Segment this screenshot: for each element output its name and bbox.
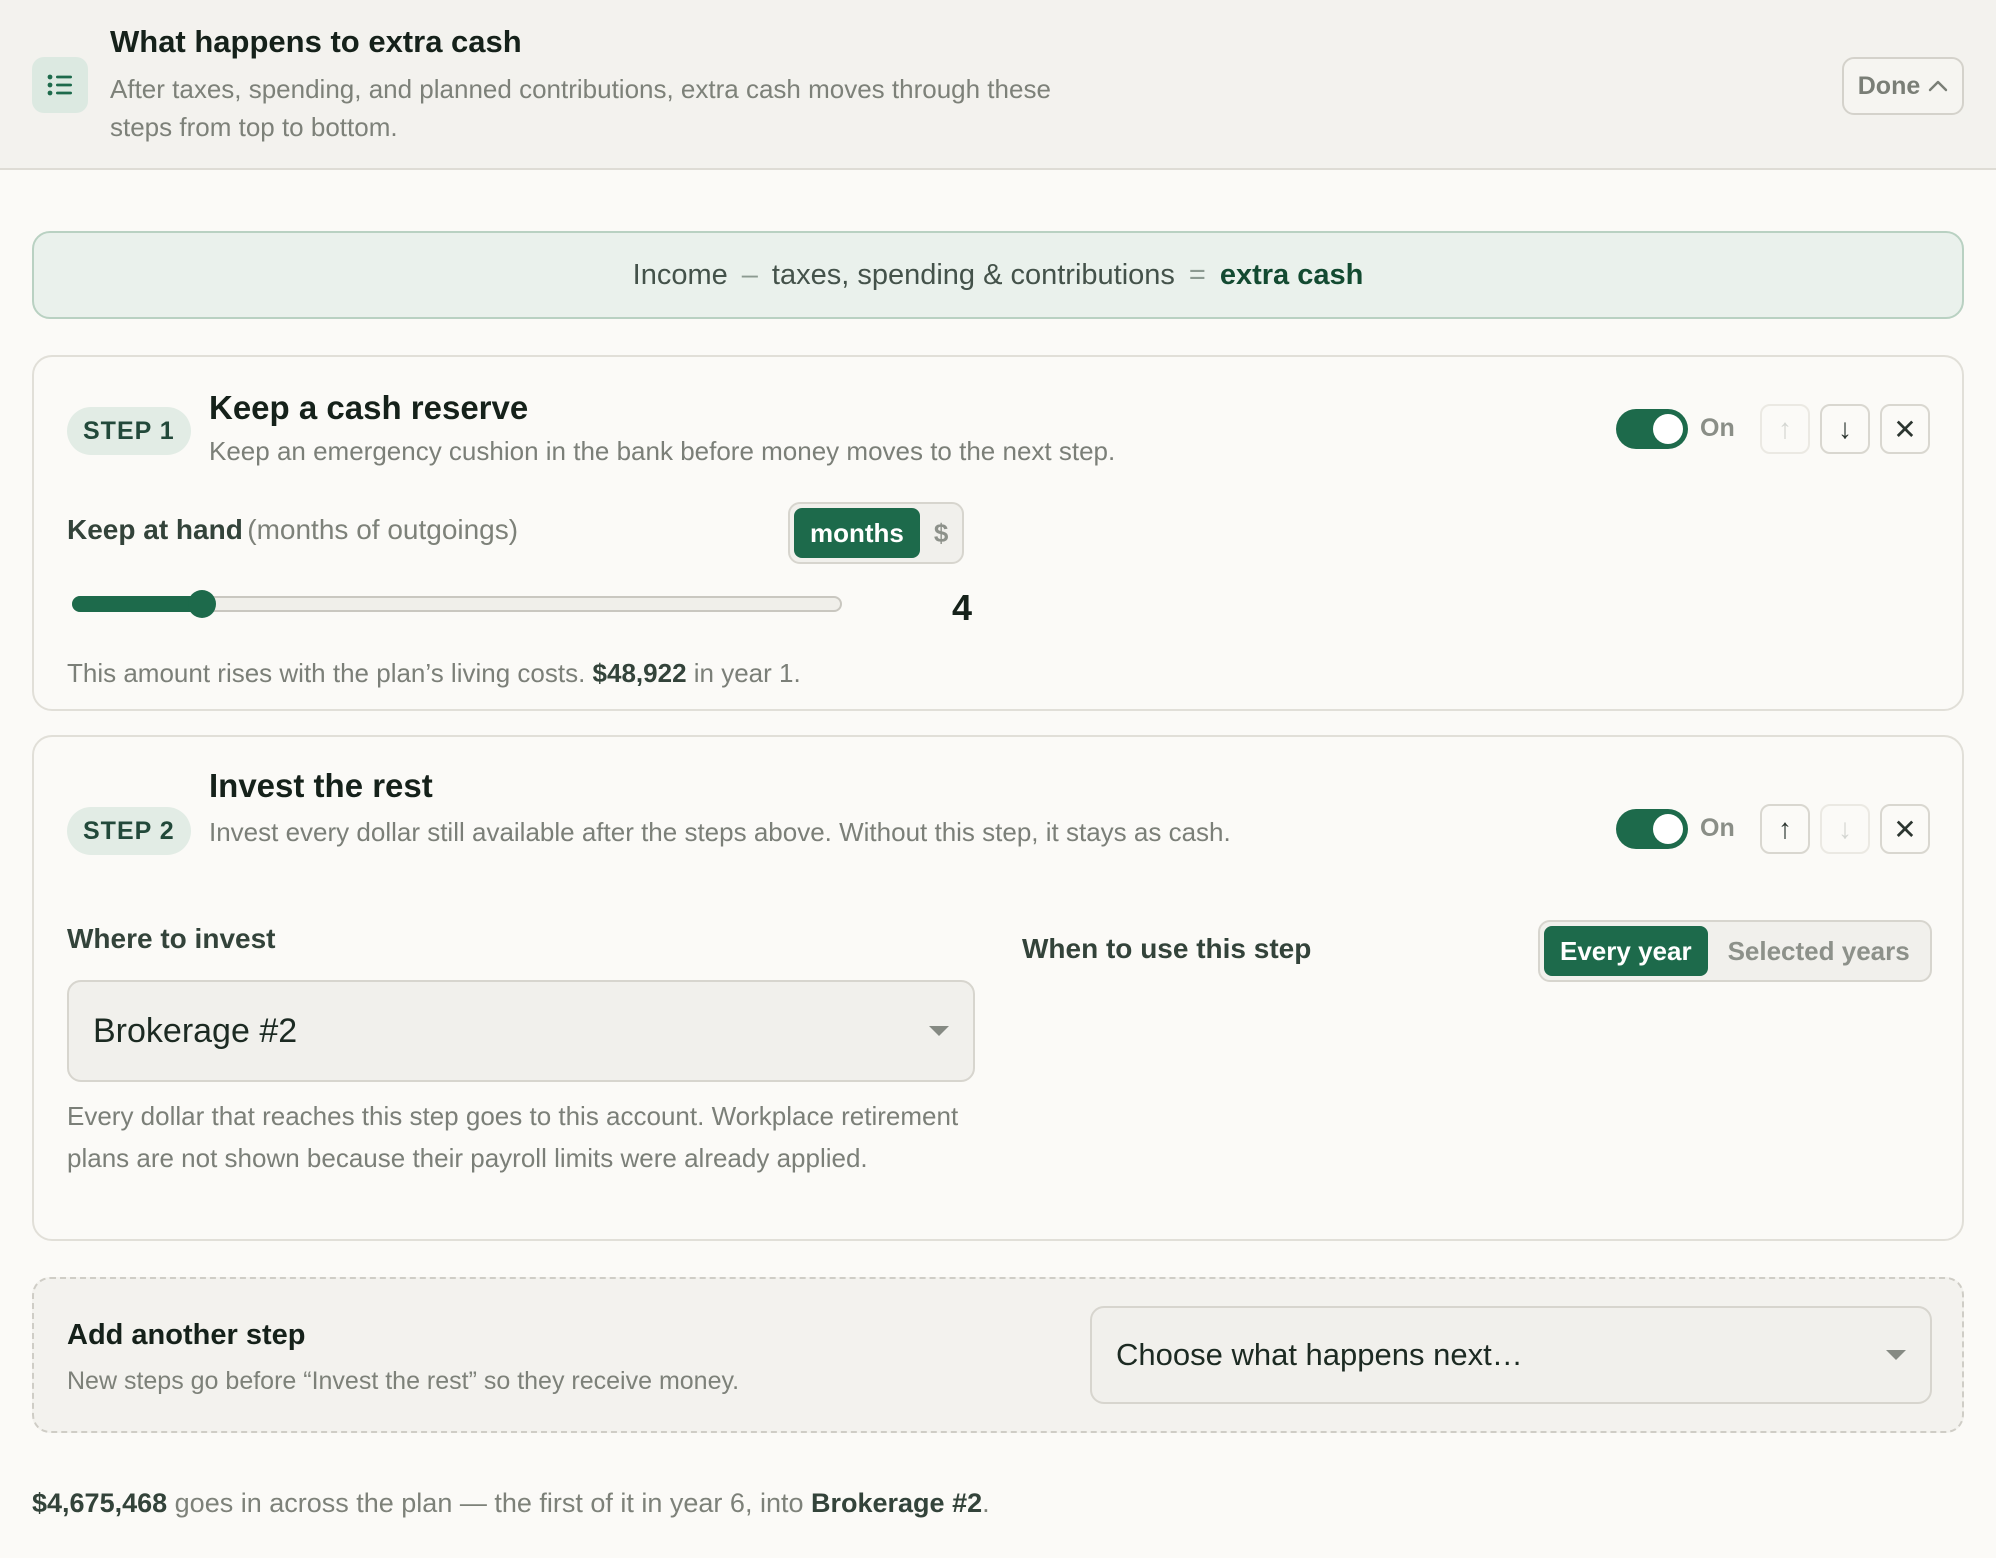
keep-at-hand-label: Keep at hand (months of outgoings) bbox=[67, 514, 519, 545]
summary-amount: $4,675,468 bbox=[32, 1488, 168, 1518]
add-step-placeholder: Choose what happens next… bbox=[1116, 1337, 1523, 1372]
page-title: What happens to extra cash bbox=[110, 24, 522, 59]
toggle-knob bbox=[1653, 814, 1683, 844]
move-down-button[interactable]: ↓ bbox=[1820, 404, 1870, 454]
step-toggle[interactable] bbox=[1616, 409, 1688, 449]
reserve-months-slider[interactable] bbox=[72, 590, 842, 618]
toggle-knob bbox=[1653, 414, 1683, 444]
remove-step-button[interactable]: ✕ bbox=[1880, 404, 1930, 454]
when-to-use-label: When to use this step bbox=[1022, 933, 1312, 964]
arrow-up-icon: ↑ bbox=[1778, 413, 1792, 444]
summary-account: Brokerage #2 bbox=[811, 1488, 983, 1518]
add-step-select[interactable]: Choose what happens next… bbox=[1090, 1306, 1932, 1404]
chevron-down-icon bbox=[1886, 1350, 1906, 1360]
done-label: Done bbox=[1857, 71, 1921, 100]
plan-summary: $4,675,468 goes in across the plan — the… bbox=[32, 1488, 990, 1518]
step-card-cash-reserve: STEP 1 Keep a cash reserve Keep an emerg… bbox=[32, 355, 1964, 711]
reserve-note: This amount rises with the plan’s living… bbox=[67, 658, 801, 688]
unit-segmented-control: months $ bbox=[788, 502, 965, 564]
move-down-button[interactable]: ↓ bbox=[1820, 804, 1870, 854]
formula-equals: = bbox=[1188, 258, 1206, 291]
invest-account-select[interactable]: Brokerage #2 bbox=[67, 980, 975, 1082]
when-option-every-year[interactable]: Every year bbox=[1544, 926, 1708, 976]
unit-option-dollars[interactable]: $ bbox=[924, 508, 958, 558]
slider-value: 4 bbox=[952, 587, 973, 628]
extra-cash-formula: Income – taxes, spending & contributions… bbox=[32, 231, 1964, 319]
where-to-invest-label: Where to invest bbox=[67, 923, 276, 954]
step-toggle[interactable] bbox=[1616, 809, 1688, 849]
slider-thumb[interactable] bbox=[188, 590, 216, 618]
toggle-label: On bbox=[1700, 414, 1735, 442]
chevron-up-icon bbox=[1929, 80, 1948, 92]
arrow-down-icon: ↓ bbox=[1838, 813, 1852, 844]
formula-minus: – bbox=[741, 258, 758, 291]
done-button[interactable]: Done bbox=[1842, 57, 1964, 115]
chevron-down-icon bbox=[929, 1026, 949, 1036]
move-up-button[interactable]: ↑ bbox=[1760, 404, 1810, 454]
panel-header: What happens to extra cash After taxes, … bbox=[0, 0, 1996, 170]
add-step-section: Add another step New steps go before “In… bbox=[32, 1277, 1964, 1433]
step-description: Invest every dollar still available afte… bbox=[209, 817, 1231, 847]
remove-step-button[interactable]: ✕ bbox=[1880, 804, 1930, 854]
step-title: Invest the rest bbox=[209, 767, 433, 804]
formula-result: extra cash bbox=[1219, 258, 1364, 291]
step-badge: STEP 1 bbox=[67, 407, 191, 455]
page-description: After taxes, spending, and planned contr… bbox=[110, 74, 1051, 142]
formula-deductions: taxes, spending & contributions bbox=[771, 258, 1175, 291]
when-segmented-control: Every year Selected years bbox=[1538, 920, 1932, 982]
step-title: Keep a cash reserve bbox=[209, 389, 529, 426]
arrow-down-icon: ↓ bbox=[1838, 413, 1852, 444]
when-option-selected-years[interactable]: Selected years bbox=[1712, 926, 1926, 976]
step-card-invest-rest: STEP 2 Invest the rest Invest every doll… bbox=[32, 735, 1964, 1241]
formula-income: Income bbox=[632, 258, 728, 291]
close-icon: ✕ bbox=[1893, 413, 1917, 445]
reserve-amount: $48,922 bbox=[592, 658, 687, 688]
add-step-title: Add another step bbox=[67, 1319, 306, 1351]
list-icon bbox=[32, 57, 88, 113]
invest-account-value: Brokerage #2 bbox=[93, 1011, 298, 1050]
unit-option-months[interactable]: months bbox=[794, 508, 920, 558]
arrow-up-icon: ↑ bbox=[1778, 813, 1792, 844]
move-up-button[interactable]: ↑ bbox=[1760, 804, 1810, 854]
close-icon: ✕ bbox=[1893, 813, 1917, 845]
slider-fill bbox=[72, 596, 204, 612]
step-badge: STEP 2 bbox=[67, 807, 191, 855]
toggle-label: On bbox=[1700, 814, 1735, 842]
step-description: Keep an emergency cushion in the bank be… bbox=[209, 436, 1116, 466]
invest-account-note: Every dollar that reaches this step goes… bbox=[67, 1101, 959, 1173]
add-step-description: New steps go before “Invest the rest” so… bbox=[67, 1367, 740, 1395]
